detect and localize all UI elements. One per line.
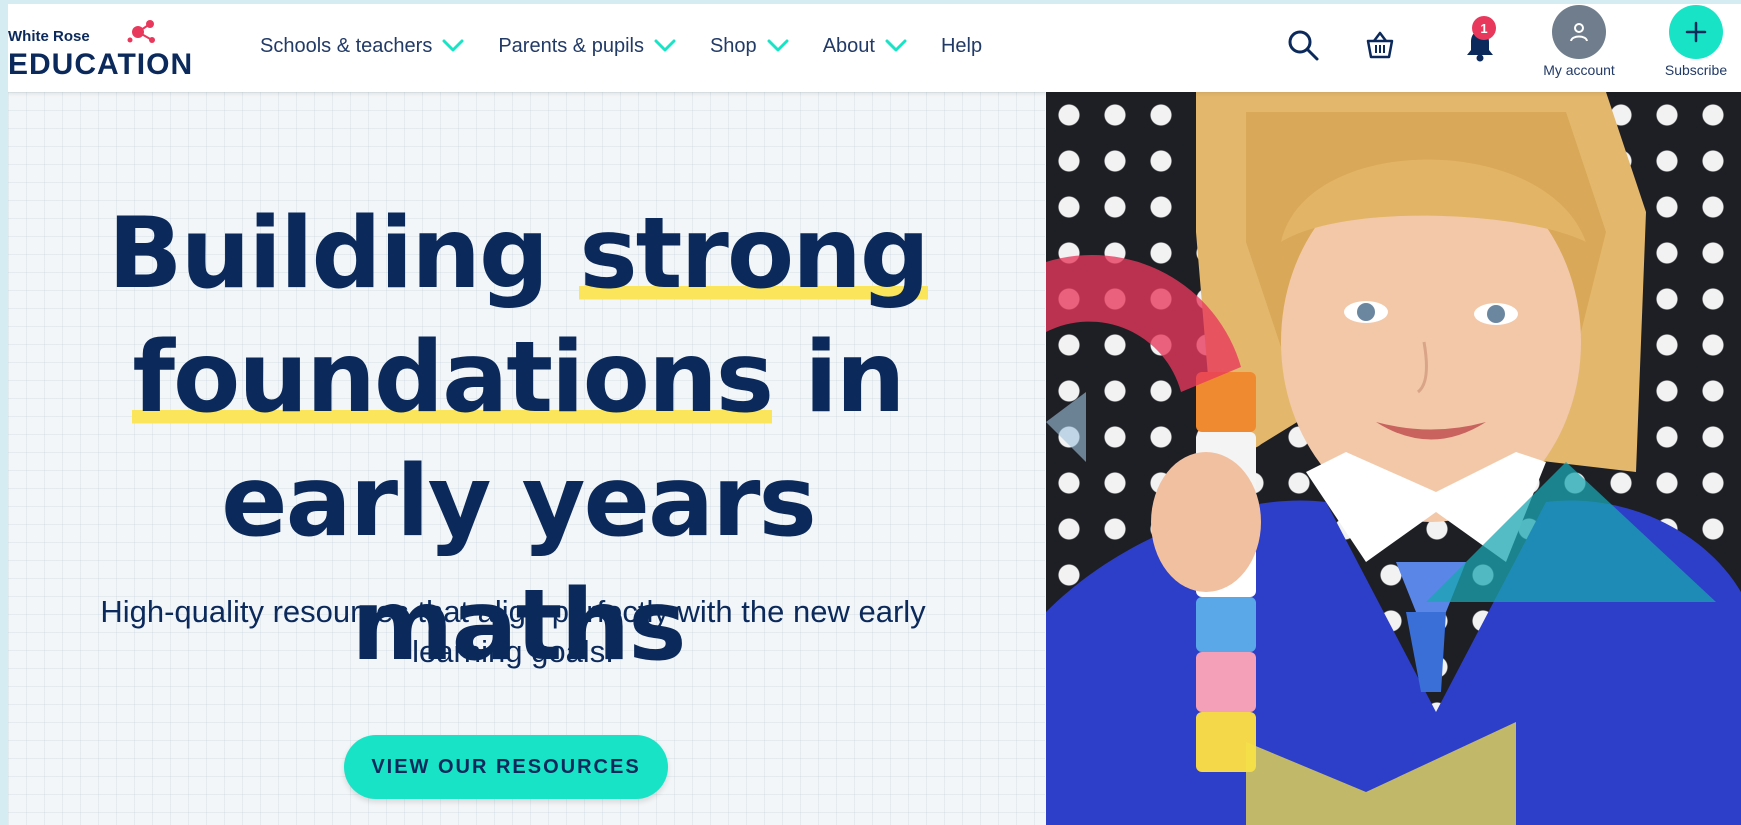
nav-label: Schools & teachers (260, 34, 433, 57)
logo-molecule-icon (127, 20, 155, 43)
logo-text-small: White Rose (8, 28, 90, 45)
chevron-down-icon (654, 39, 676, 52)
subscribe-label[interactable]: Subscribe (1636, 62, 1741, 78)
search-icon[interactable] (1286, 28, 1320, 62)
basket-icon[interactable] (1364, 30, 1396, 60)
chevron-down-icon (885, 39, 907, 52)
chevron-down-icon (767, 39, 789, 52)
hero-text-panel: Building strong foundations in early yea… (8, 92, 1045, 825)
nav-shop[interactable]: Shop (710, 30, 789, 62)
nav-schools-teachers[interactable]: Schools & teachers (260, 30, 464, 62)
page-frame: White Rose EDUCATION Schools & teachers … (8, 4, 1741, 825)
headline-highlight: strong (579, 197, 930, 311)
my-account-button[interactable] (1552, 5, 1606, 59)
headline-highlight: foundations (132, 321, 774, 435)
chevron-down-icon (442, 39, 464, 52)
nav-help[interactable]: Help (941, 30, 982, 62)
user-icon (1570, 23, 1588, 42)
nav-label: Shop (709, 34, 757, 57)
hero-subtext: High-quality resources that align perfec… (100, 594, 926, 669)
site-logo[interactable]: White Rose EDUCATION (8, 18, 218, 81)
nav-label: About (822, 34, 875, 57)
headline-part: Building (107, 197, 580, 311)
subscribe-button[interactable] (1669, 5, 1723, 59)
headline-part: in (772, 321, 905, 435)
hero-illustration (1046, 92, 1741, 825)
main-nav: Schools & teachers Parents & pupils Shop… (260, 30, 1016, 62)
nav-label: Parents & pupils (498, 34, 644, 57)
nav-parents-pupils[interactable]: Parents & pupils (498, 30, 676, 62)
site-header: White Rose EDUCATION Schools & teachers … (8, 4, 1741, 92)
hero-photo (1046, 92, 1741, 825)
plus-icon (1685, 21, 1707, 43)
view-resources-button[interactable]: VIEW OUR RESOURCES (344, 735, 668, 799)
notification-count-badge: 1 (1472, 16, 1496, 40)
my-account-label[interactable]: My account (1519, 62, 1639, 78)
nav-label: Help (940, 34, 983, 57)
nav-about[interactable]: About (823, 30, 907, 62)
